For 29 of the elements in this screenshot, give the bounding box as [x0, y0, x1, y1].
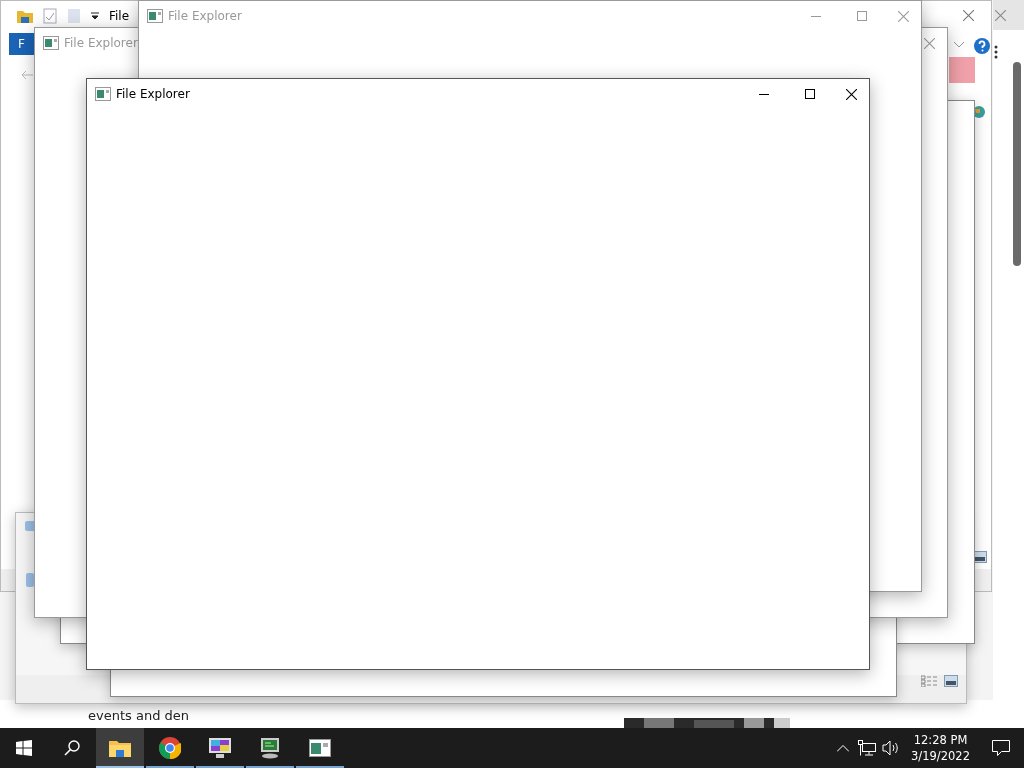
folder-icon[interactable]	[17, 9, 33, 23]
window-icon	[95, 87, 111, 101]
folder-icon	[109, 739, 131, 757]
window-title: File	[109, 9, 130, 23]
clock-button[interactable]: 12:28 PM 3/19/2022	[903, 732, 978, 764]
menu-icon[interactable]	[994, 45, 998, 59]
file-tab[interactable]: F	[9, 33, 34, 55]
window-icon	[309, 739, 331, 757]
highlight-bar	[949, 57, 975, 83]
article-text: events and den	[88, 708, 189, 723]
large-icons-view-icon[interactable]	[944, 675, 958, 687]
dropdown-icon[interactable]	[91, 12, 99, 20]
windows-start-icon[interactable]	[16, 740, 32, 756]
explorer-taskbar-button[interactable]	[96, 728, 144, 768]
scrollbar-thumb[interactable]	[1013, 62, 1021, 266]
maximize-icon[interactable]	[805, 89, 815, 99]
window-icon	[43, 36, 59, 50]
help-icon[interactable]	[974, 38, 990, 54]
search-icon[interactable]	[64, 740, 80, 756]
browser-icon	[159, 737, 181, 759]
color-monitor-icon	[208, 737, 232, 759]
drive-icon	[26, 573, 34, 587]
window-title: File Explorer	[64, 36, 139, 50]
window-icon	[147, 9, 163, 23]
chevron-icon[interactable]	[954, 42, 964, 48]
window-title: File Explorer	[168, 9, 243, 23]
monitor-icon	[258, 737, 282, 759]
window-title: File Explorer	[116, 87, 191, 101]
close-icon[interactable]	[845, 88, 857, 100]
